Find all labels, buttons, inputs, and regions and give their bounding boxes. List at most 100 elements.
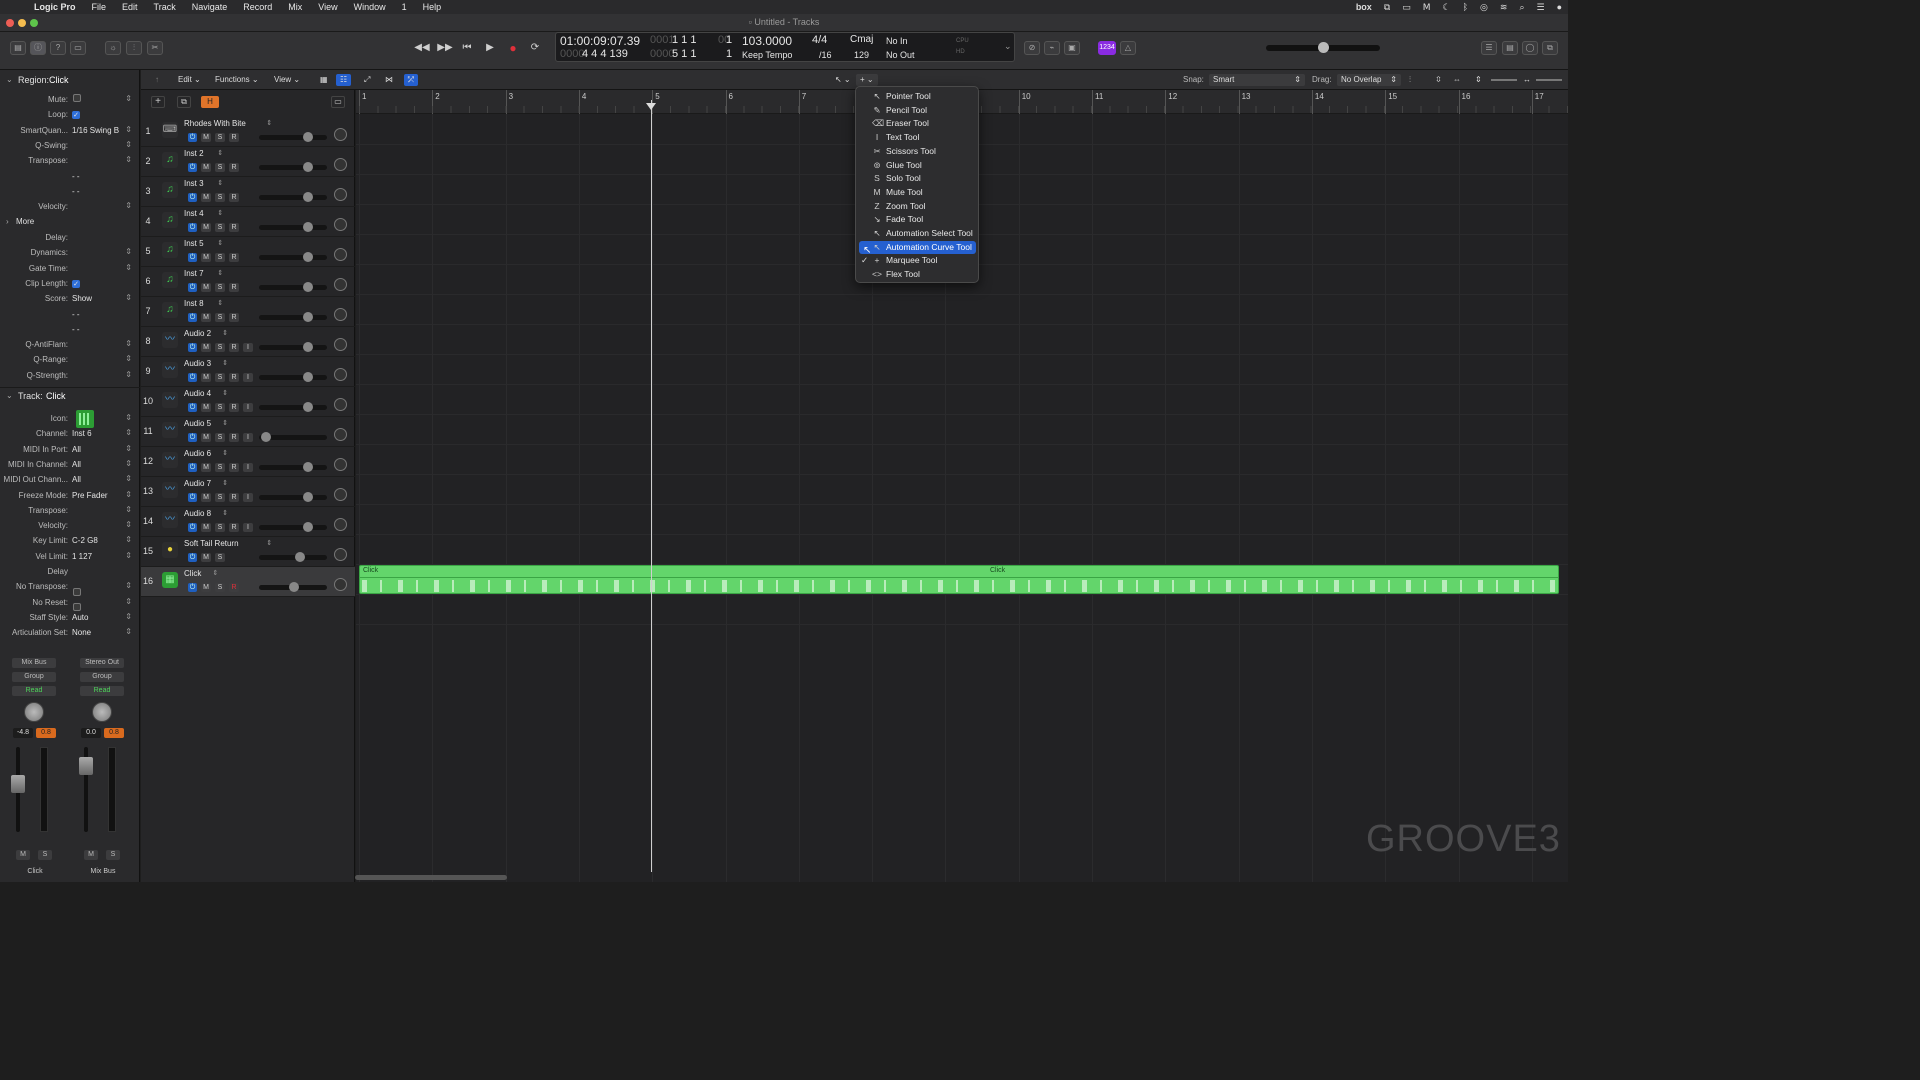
playhead-handle-icon[interactable]: [646, 103, 656, 110]
track-mute-button[interactable]: M: [201, 433, 211, 442]
list-view-icon[interactable]: ☷: [336, 74, 352, 86]
track-record-enable-button[interactable]: R: [229, 493, 239, 502]
track-record-enable-button[interactable]: R: [229, 373, 239, 382]
track-solo-button[interactable]: S: [215, 523, 225, 532]
track-header-inst-4[interactable]: 4 ♫ Inst 4 ⇕ ⏻ M S R: [141, 207, 355, 237]
more-param-value[interactable]: Show: [72, 294, 92, 303]
stepper-icon[interactable]: ⇕: [125, 125, 132, 134]
track-header-click[interactable]: 16 ▦ Click ⇕ ⏻ M S R: [141, 567, 355, 597]
stepper-icon[interactable]: ⇕: [125, 581, 132, 590]
stepper-icon[interactable]: ⇕: [125, 413, 132, 422]
track-record-enable-button[interactable]: R: [229, 283, 239, 292]
no-transpose-checkbox[interactable]: [73, 588, 81, 596]
lcd-display[interactable]: 01:00:09:07.39 0001 1 1 1 00 1 0000 4 4 …: [555, 32, 1015, 62]
record-button[interactable]: ●: [504, 41, 522, 55]
track-name-chevron-icon[interactable]: ⇕: [213, 569, 219, 577]
track-mute-button[interactable]: M: [201, 133, 211, 142]
track-volume-knob[interactable]: [295, 552, 305, 562]
division[interactable]: /16: [819, 50, 832, 60]
track-header-audio-2[interactable]: 8 〰 Audio 2 ⇕ ⏻ M S R I: [141, 327, 355, 357]
track-input-monitor-button[interactable]: I: [243, 343, 253, 352]
track-volume-slider[interactable]: [259, 372, 327, 382]
track-on-off-icon[interactable]: ⏻: [188, 553, 197, 562]
track-param-row-midi-out-chann[interactable]: MIDI Out Chann... All ⇕: [0, 473, 140, 487]
track-name[interactable]: Soft Tail Return: [184, 539, 239, 548]
more-param-row-dynamics[interactable]: Dynamics: ⇕: [0, 246, 140, 260]
vertical-zoom-icon[interactable]: ⇳: [1431, 74, 1446, 86]
track-name-chevron-icon[interactable]: ⇕: [266, 539, 272, 547]
track-param-row-transpose[interactable]: Transpose: ⇕: [0, 504, 140, 518]
right-click-tool-selector[interactable]: + ⌄: [856, 74, 878, 86]
strip-mute-button[interactable]: M: [16, 850, 30, 860]
horizontal-zoom-slider[interactable]: [1536, 79, 1562, 81]
rewind-button[interactable]: ◀◀: [413, 41, 431, 55]
track-param-value[interactable]: C-2 G8: [72, 536, 98, 545]
track-on-off-icon[interactable]: ⏻: [188, 373, 197, 382]
track-name-chevron-icon[interactable]: ⇕: [217, 149, 223, 157]
cycle-button[interactable]: ⟳: [526, 41, 544, 55]
track-record-enable-button[interactable]: R: [229, 163, 239, 172]
track-param-value[interactable]: Inst 6: [72, 429, 92, 438]
track-solo-button[interactable]: S: [215, 433, 225, 442]
track-on-off-icon[interactable]: ⏻: [188, 343, 197, 352]
track-input-monitor-button[interactable]: I: [243, 523, 253, 532]
strip-solo-button[interactable]: S: [38, 850, 52, 860]
track-volume-knob[interactable]: [303, 132, 313, 142]
track-mute-button[interactable]: M: [201, 463, 211, 472]
no-reset-checkbox[interactable]: [73, 603, 81, 611]
menu-track[interactable]: Track: [146, 0, 184, 14]
master-volume-slider[interactable]: [1266, 42, 1380, 53]
master-volume-knob[interactable]: [1318, 42, 1329, 53]
track-mute-button[interactable]: M: [201, 403, 211, 412]
track-volume-slider[interactable]: [259, 192, 327, 202]
list-editors-icon[interactable]: ☰: [1481, 41, 1497, 55]
global-tracks-icon[interactable]: ▭: [331, 96, 345, 108]
replace-icon[interactable]: ⊘: [1024, 41, 1040, 55]
track-on-off-icon[interactable]: ⏻: [188, 403, 197, 412]
add-track-button[interactable]: +: [151, 96, 165, 108]
disclosure-triangle-icon[interactable]: ⌄: [6, 391, 13, 400]
track-mute-button[interactable]: M: [201, 493, 211, 502]
track-solo-button[interactable]: S: [215, 283, 225, 292]
track-name-chevron-icon[interactable]: ⇕: [217, 239, 223, 247]
track-name[interactable]: Audio 3: [184, 359, 211, 368]
stepper-icon[interactable]: ⇕: [125, 520, 132, 529]
menu-item-scissors-tool[interactable]: ✂ Scissors Tool: [859, 145, 976, 158]
inspector-icon[interactable]: ⓘ: [30, 41, 46, 55]
track-name[interactable]: Rhodes With Bite: [184, 119, 246, 128]
stepper-icon[interactable]: ⇕: [125, 201, 132, 210]
menu-item-mute-tool[interactable]: M Mute Tool: [859, 186, 976, 199]
track-pan-knob[interactable]: [334, 518, 347, 531]
key-signature[interactable]: Cmaj: [850, 34, 873, 45]
track-pan-knob[interactable]: [334, 398, 347, 411]
stepper-icon[interactable]: ⇕: [125, 354, 132, 363]
track-input-monitor-button[interactable]: I: [243, 403, 253, 412]
more-section-header[interactable]: › More: [0, 214, 140, 230]
track-input-monitor-button[interactable]: I: [243, 433, 253, 442]
track-name-chevron-icon[interactable]: ⇕: [222, 419, 228, 427]
browser-icon[interactable]: ⧉: [1542, 41, 1558, 55]
track-mute-button[interactable]: M: [201, 253, 211, 262]
track-volume-knob[interactable]: [303, 522, 313, 532]
menu-item-marquee-tool[interactable]: ✓ + Marquee Tool: [859, 254, 976, 267]
region-param-row-smartquan[interactable]: SmartQuan... 1/16 Swing B ⇕: [0, 124, 140, 138]
track-solo-button[interactable]: S: [215, 133, 225, 142]
disclosure-triangle-icon[interactable]: ›: [6, 217, 9, 226]
track-pan-knob[interactable]: [334, 428, 347, 441]
strip-mute-button[interactable]: M: [84, 850, 98, 860]
track-name[interactable]: Inst 2: [184, 149, 204, 158]
track-param-row-no-reset[interactable]: No Reset: ⇕: [0, 596, 140, 610]
track-volume-knob[interactable]: [303, 342, 313, 352]
track-record-enable-button[interactable]: R: [229, 223, 239, 232]
track-solo-button[interactable]: S: [215, 253, 225, 262]
track-header-audio-8[interactable]: 14 〰 Audio 8 ⇕ ⏻ M S R I: [141, 507, 355, 537]
strip-pan-knob[interactable]: [24, 702, 44, 722]
region-param-row-q-swing[interactable]: Q-Swing: ⇕: [0, 139, 140, 153]
box-status-item[interactable]: box: [1356, 2, 1372, 12]
wifi-icon[interactable]: ≋: [1500, 2, 1508, 13]
track-name-chevron-icon[interactable]: ⇕: [217, 209, 223, 217]
vertical-zoom-slider[interactable]: [1491, 79, 1517, 81]
track-pan-knob[interactable]: [334, 338, 347, 351]
editors-icon[interactable]: ✂: [147, 41, 163, 55]
track-solo-button[interactable]: S: [215, 553, 225, 562]
